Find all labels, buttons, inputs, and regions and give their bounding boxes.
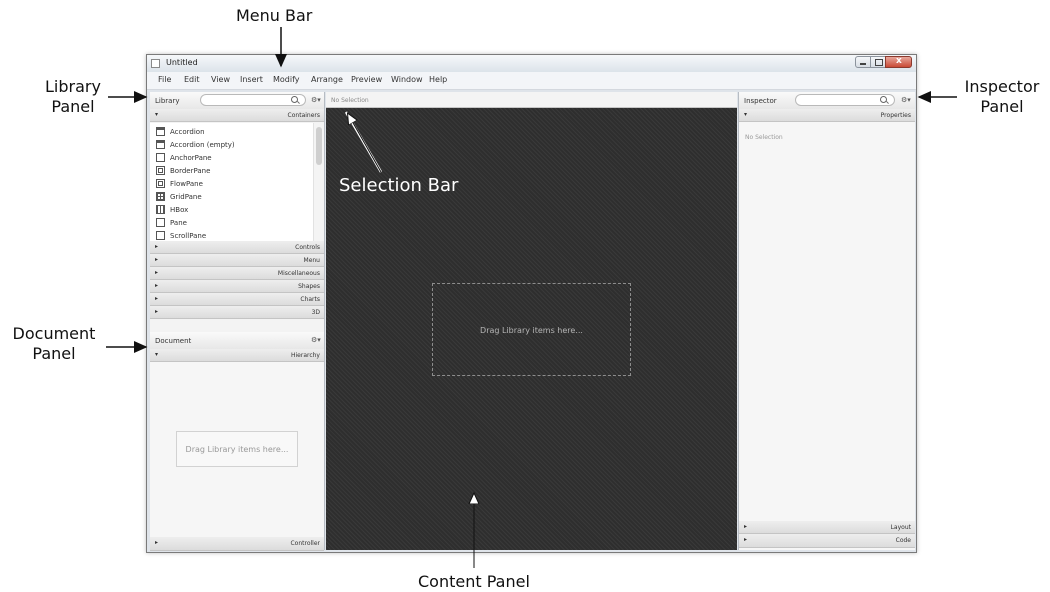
selection-bar-arrow-core xyxy=(348,114,382,173)
annotation-arrows xyxy=(106,27,957,568)
